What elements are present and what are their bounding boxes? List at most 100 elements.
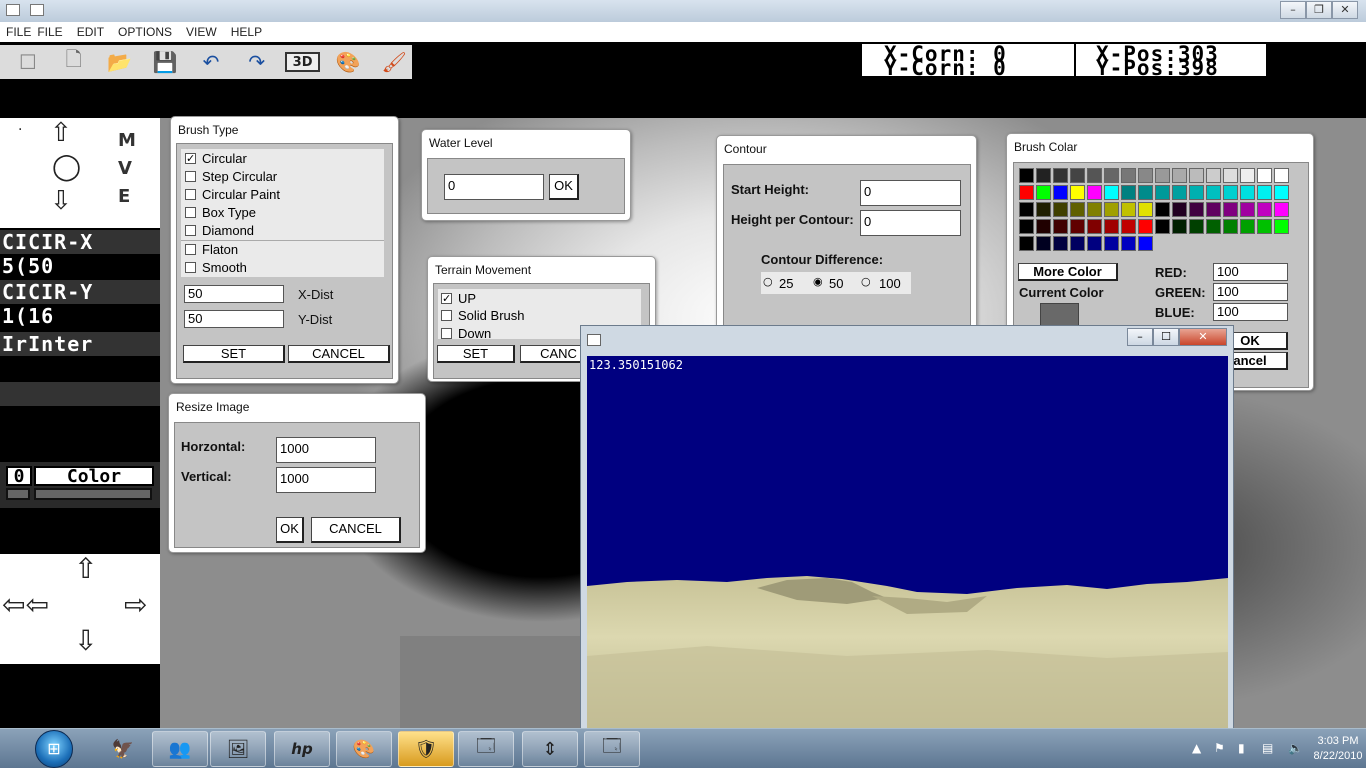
palette-swatch[interactable]: [1257, 185, 1272, 200]
palette-swatch[interactable]: [1087, 219, 1102, 234]
palette-swatch[interactable]: [1223, 168, 1238, 183]
palette-swatch[interactable]: [1223, 202, 1238, 217]
pan-up-icon[interactable]: ⇧: [74, 552, 97, 585]
palette-swatch[interactable]: [1121, 185, 1136, 200]
palette-swatch[interactable]: [1036, 168, 1051, 183]
palette-swatch[interactable]: [1036, 185, 1051, 200]
palette-swatch[interactable]: [1104, 236, 1119, 251]
minimize-icon[interactable]: –: [1280, 1, 1306, 19]
horizontal-input[interactable]: 1000: [276, 437, 376, 463]
palette-swatch[interactable]: [1240, 185, 1255, 200]
palette-swatch[interactable]: [1189, 202, 1204, 217]
network-users-icon[interactable]: 👥: [152, 731, 208, 767]
maximize-icon[interactable]: ☐: [1153, 328, 1179, 346]
palette-swatch[interactable]: [1019, 168, 1034, 183]
palette-swatch[interactable]: [1019, 236, 1034, 251]
palette-swatch[interactable]: [1138, 168, 1153, 183]
checkbox-icon[interactable]: [185, 207, 196, 218]
terrain-up-option[interactable]: ✓ UP: [441, 291, 476, 306]
brush-circular-option[interactable]: ✓ Circular: [185, 151, 247, 166]
minimize-icon[interactable]: –: [1127, 328, 1153, 346]
brush-cancel-button[interactable]: CANCEL: [288, 345, 390, 363]
restore-icon[interactable]: ❐: [1306, 1, 1332, 19]
brush-circular-paint-option[interactable]: Circular Paint: [185, 187, 280, 202]
palette-icon[interactable]: 🎨: [330, 48, 366, 76]
radio-selected-icon[interactable]: ◉: [813, 275, 823, 288]
color-button[interactable]: Color: [34, 466, 154, 486]
palette-swatch[interactable]: [1036, 236, 1051, 251]
palette-swatch[interactable]: [1036, 219, 1051, 234]
palette-swatch[interactable]: [1206, 168, 1221, 183]
green-input[interactable]: 100: [1213, 283, 1288, 301]
checkbox-icon[interactable]: [185, 225, 196, 236]
checkbox-icon[interactable]: [441, 310, 452, 321]
paint-icon[interactable]: 🎨: [336, 731, 392, 767]
palette-swatch[interactable]: [1053, 202, 1068, 217]
checkbox-checked-icon[interactable]: ✓: [185, 153, 196, 164]
palette-swatch[interactable]: [1070, 168, 1085, 183]
stamp-app-icon[interactable]: 🦅: [95, 731, 151, 767]
brush-smooth-option[interactable]: Smooth: [185, 260, 247, 275]
palette-swatch[interactable]: [1104, 219, 1119, 234]
palette-swatch[interactable]: [1087, 185, 1102, 200]
palette-swatch[interactable]: [1053, 168, 1068, 183]
color-slider-small[interactable]: [6, 488, 30, 500]
save-icon[interactable]: 💾: [147, 48, 183, 76]
blue-input[interactable]: 100: [1213, 303, 1288, 321]
palette-swatch[interactable]: [1138, 185, 1153, 200]
clock[interactable]: 3:03 PM 8/22/2010: [1310, 734, 1366, 764]
hp-icon[interactable]: hp: [274, 731, 330, 767]
palette-swatch[interactable]: [1104, 185, 1119, 200]
menu-file[interactable]: FILE: [37, 25, 62, 39]
checkbox-icon[interactable]: [185, 262, 196, 273]
palette-swatch[interactable]: [1104, 202, 1119, 217]
checkbox-icon[interactable]: [185, 171, 196, 182]
palette-swatch[interactable]: [1070, 236, 1085, 251]
menu-edit[interactable]: EDIT: [77, 25, 104, 39]
water-level-input[interactable]: 0: [444, 174, 544, 200]
palette-swatch[interactable]: [1121, 168, 1136, 183]
palette-swatch[interactable]: [1087, 168, 1102, 183]
battery-icon[interactable]: ▮: [1238, 741, 1245, 755]
network-icon[interactable]: ▤: [1262, 741, 1273, 755]
pan-left-icon[interactable]: ⇦⇦: [2, 588, 49, 621]
start-button[interactable]: ⊞: [35, 730, 73, 768]
resize-cancel-button[interactable]: CANCEL: [311, 517, 401, 543]
palette-swatch[interactable]: [1172, 185, 1187, 200]
palette-swatch[interactable]: [1172, 202, 1187, 217]
brush-box-type-option[interactable]: Box Type: [185, 205, 256, 220]
menu-file-underlined[interactable]: FILE: [6, 25, 31, 39]
menu-help[interactable]: HELP: [231, 25, 262, 39]
menu-view[interactable]: VIEW: [186, 25, 217, 39]
shield-icon[interactable]: 🛡: [398, 731, 454, 767]
palette-swatch[interactable]: [1087, 236, 1102, 251]
red-input[interactable]: 100: [1213, 263, 1288, 281]
palette-swatch[interactable]: [1274, 219, 1289, 234]
water-level-ok-button[interactable]: OK: [549, 174, 579, 200]
checkbox-icon[interactable]: [185, 189, 196, 200]
y-dist-input[interactable]: 50: [184, 310, 284, 328]
palette-swatch[interactable]: [1257, 202, 1272, 217]
palette-swatch[interactable]: [1206, 202, 1221, 217]
palette-swatch[interactable]: [1019, 219, 1034, 234]
close-icon[interactable]: ✕: [1179, 328, 1227, 346]
palette-swatch[interactable]: [1070, 185, 1085, 200]
palette-swatch[interactable]: [1189, 168, 1204, 183]
transfer-icon[interactable]: ⇕: [522, 731, 578, 767]
palette-swatch[interactable]: [1172, 168, 1187, 183]
start-height-input[interactable]: 0: [860, 180, 961, 206]
palette-swatch[interactable]: [1172, 219, 1187, 234]
x-dist-input[interactable]: 50: [184, 285, 284, 303]
palette-swatch[interactable]: [1019, 185, 1034, 200]
window-app-icon[interactable]: 🗔: [458, 731, 514, 767]
terrain-set-button[interactable]: SET: [437, 345, 515, 363]
radio-icon[interactable]: ○: [861, 275, 871, 288]
circle-icon[interactable]: ◯: [52, 152, 81, 182]
undo-icon[interactable]: ↶: [193, 48, 229, 76]
palette-swatch[interactable]: [1138, 219, 1153, 234]
3d-icon[interactable]: 3D: [284, 52, 321, 72]
palette-swatch[interactable]: [1138, 202, 1153, 217]
terrain-down-option[interactable]: Down: [441, 326, 491, 341]
palette-swatch[interactable]: [1274, 202, 1289, 217]
palette-swatch[interactable]: [1053, 219, 1068, 234]
